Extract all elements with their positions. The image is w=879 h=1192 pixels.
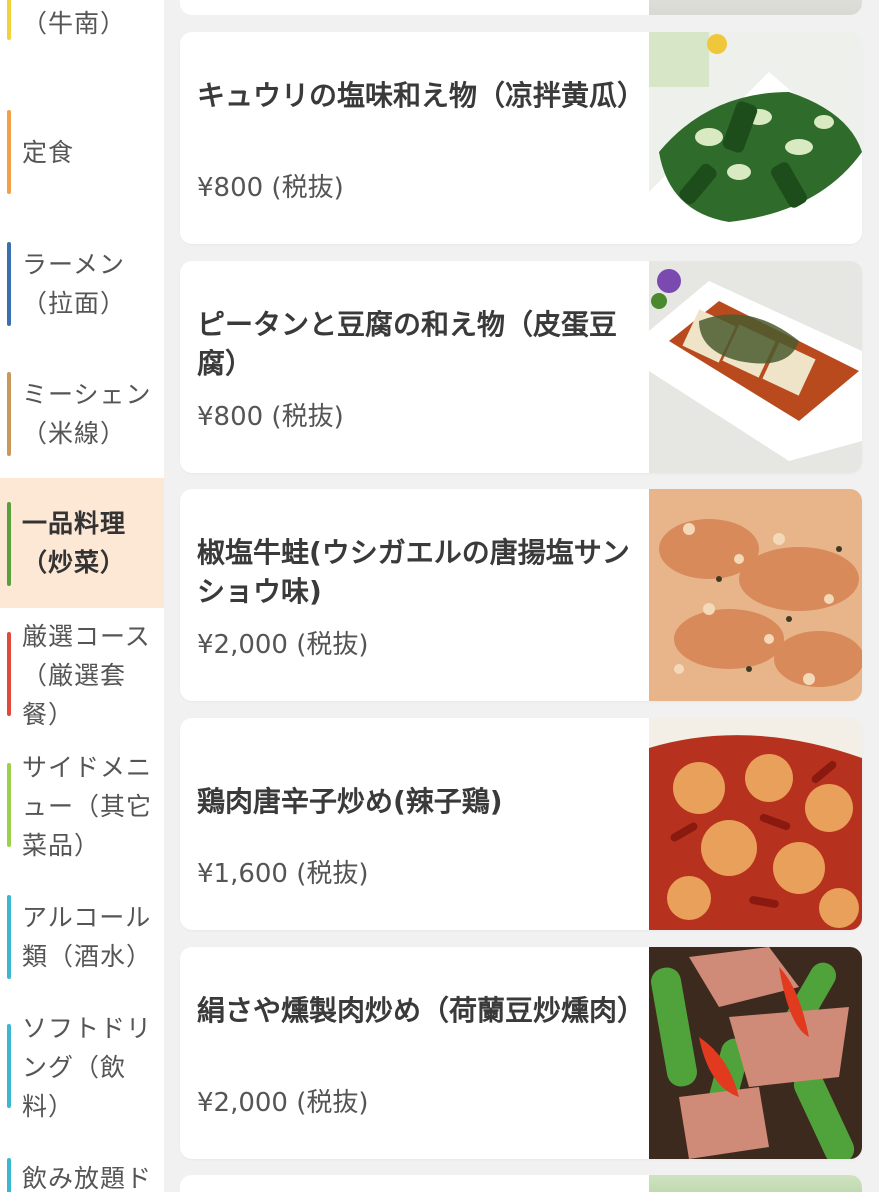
sidebar-item-label: 厳選コース（厳選套餐） [22,621,151,729]
category-color-bar [7,242,11,326]
sidebar-item-label: 定食 [22,137,75,167]
menu-card-partial[interactable] [180,1175,862,1192]
snow-pea-pork-photo [649,947,862,1159]
sidebar-item-label: 飲み放題ド [22,1163,153,1192]
menu-card-info: キュウリの塩味和え物（凉拌黄瓜） ¥800 (税抜) [197,32,646,244]
category-color-bar [7,632,11,716]
category-color-bar [7,763,11,847]
dish-name: 絹さや燻製肉炒め（荷蘭豆炒燻肉） [197,994,646,1027]
menu-card-info: ピータンと豆腐の和え物（皮蛋豆腐） ¥800 (税抜) [197,261,637,473]
category-color-bar [7,0,11,40]
sidebar-item-label: アルコール類（酒水） [22,903,153,971]
category-color-bar [7,1024,11,1108]
menu-card[interactable]: 鶏肉唐辛子炒め(辣子鶏) ¥1,600 (税抜) [180,718,862,930]
menu-card[interactable]: 絹さや燻製肉炒め（荷蘭豆炒燻肉） ¥2,000 (税抜) [180,947,862,1159]
spicy-chicken-photo [649,718,862,930]
dish-name: 椒塩牛蛙(ウシガエルの唐揚塩サンショウ味) [197,536,630,608]
menu-card-info: 椒塩牛蛙(ウシガエルの唐揚塩サンショウ味) ¥2,000 (税抜) [197,489,637,701]
category-color-bar [7,372,11,456]
sidebar-item-label: 一品料理（炒菜） [22,509,127,577]
menu-card[interactable]: 椒塩牛蛙(ウシガエルの唐揚塩サンショウ味) ¥2,000 (税抜) [180,489,862,701]
dish-price: ¥2,000 (税抜) [197,630,369,660]
dish-price: ¥800 (税抜) [197,402,344,432]
sidebar-item-label: ミーシェン（米線） [22,380,152,448]
menu-card[interactable]: キュウリの塩味和え物（凉拌黄瓜） ¥800 (税抜) [180,32,862,244]
category-color-bar [7,110,11,194]
century-egg-tofu-photo [649,261,862,473]
menu-list[interactable]: キュウリの塩味和え物（凉拌黄瓜） ¥800 (税抜) ピータンと豆腐の和え物（皮… [164,0,879,1192]
dish-photo [649,1175,862,1192]
dish-name: キュウリの塩味和え物（凉拌黄瓜） [197,79,646,112]
sidebar-item-side-menu[interactable]: サイドメニュー（其它菜品） [0,747,164,865]
sidebar-item-label: ラーメン（拉面） [22,250,127,318]
category-color-bar [7,1158,11,1192]
dish-photo [649,0,862,15]
sidebar-item-label: （牛南） [22,8,127,38]
sidebar-item-set-meal[interactable]: 定食 [0,110,164,194]
menu-card-partial[interactable] [180,0,862,15]
sidebar-item-soft-drinks[interactable]: ソフトドリング（飲料） [0,1008,164,1126]
category-color-bar [7,895,11,979]
sidebar-item-label: サイドメニュー（其它菜品） [22,752,153,860]
menu-card-info: 絹さや燻製肉炒め（荷蘭豆炒燻肉） ¥2,000 (税抜) [197,947,646,1159]
menu-page: （牛南） 定食 ラーメン（拉面） ミーシェン（米線） 一品料理（炒菜） 厳選コー… [0,0,879,1192]
dish-name: ピータンと豆腐の和え物（皮蛋豆腐） [197,308,618,380]
dish-name: 鶏肉唐辛子炒め(辣子鶏) [197,785,503,818]
category-color-bar [7,502,11,586]
menu-card[interactable]: ピータンと豆腐の和え物（皮蛋豆腐） ¥800 (税抜) [180,261,862,473]
dish-price: ¥2,000 (税抜) [197,1088,369,1118]
sidebar-item-course[interactable]: 厳選コース（厳選套餐） [0,616,164,734]
sidebar-item-stir-fry[interactable]: 一品料理（炒菜） [0,478,164,608]
dish-price: ¥800 (税抜) [197,173,344,203]
category-sidebar[interactable]: （牛南） 定食 ラーメン（拉面） ミーシェン（米線） 一品料理（炒菜） 厳選コー… [0,0,164,1192]
sidebar-item-ramen[interactable]: ラーメン（拉面） [0,242,164,326]
sidebar-item-mixian[interactable]: ミーシェン（米線） [0,372,164,456]
sidebar-item-all-you-can-drink[interactable]: 飲み放題ド [0,1158,164,1192]
sidebar-item-label: ソフトドリング（飲料） [22,1013,153,1121]
sidebar-item-alcohol[interactable]: アルコール類（酒水） [0,895,164,979]
cucumber-salad-photo [649,32,862,244]
fried-bullfrog-photo [649,489,862,701]
menu-card-info: 鶏肉唐辛子炒め(辣子鶏) ¥1,600 (税抜) [197,718,637,930]
dish-price: ¥1,600 (税抜) [197,859,369,889]
sidebar-item-small-dishes[interactable]: （牛南） [0,0,164,62]
